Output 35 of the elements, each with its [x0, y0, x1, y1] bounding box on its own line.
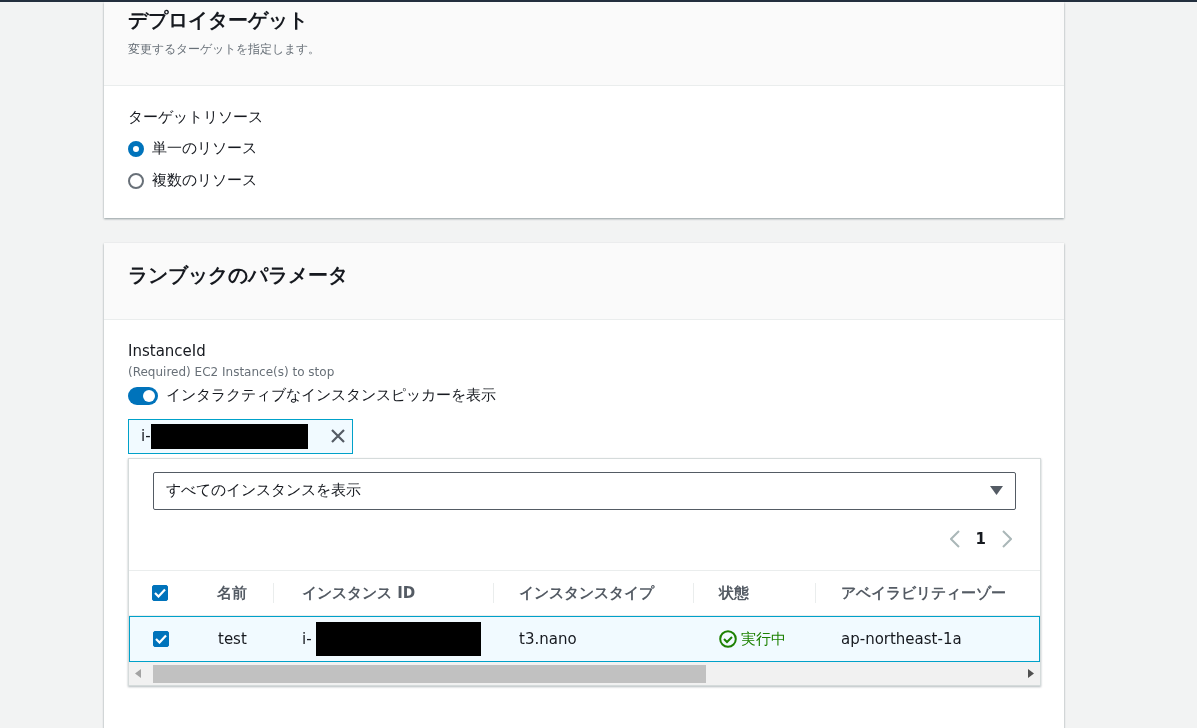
table-cell: ap-northeast-1a: [841, 629, 962, 648]
table-row[interactable]: test i- t3.nano 実行中 ap-northeast-1a: [129, 616, 1040, 662]
field-label: InstanceId: [128, 341, 207, 362]
panel-title: デプロイターゲット: [128, 8, 309, 32]
field-label: ターゲットリソース: [128, 107, 264, 128]
status-ok-icon: [719, 630, 737, 648]
radio-label: 複数のリソース: [152, 170, 257, 192]
column-header[interactable]: 名前: [217, 583, 247, 602]
column-header[interactable]: インスタンス ID: [302, 584, 416, 602]
panel-title: ランブックのパラメータ: [128, 263, 349, 287]
horizontal-scrollbar[interactable]: [129, 662, 1040, 686]
column-header[interactable]: 状態: [719, 584, 749, 602]
column-header[interactable]: インスタンスタイプ: [519, 584, 654, 602]
radio-label: 単一のリソース: [152, 138, 257, 160]
scrollbar-thumb[interactable]: [153, 664, 706, 683]
toggle-switch[interactable]: [128, 386, 158, 405]
table-cell: test: [218, 629, 247, 648]
caret-icon: [990, 486, 1003, 495]
field-description: (Required) EC2 Instance(s) to stop: [128, 363, 336, 381]
filter-dropdown[interactable]: すべてのインスタンスを表示: [153, 471, 1016, 510]
panel-description: 変更するターゲットを指定します。: [128, 41, 321, 58]
status-text: 実行中: [741, 628, 786, 650]
close-icon[interactable]: [330, 428, 346, 444]
table-cell-text: i-: [302, 628, 312, 650]
radio-button[interactable]: [128, 172, 144, 189]
radio-button[interactable]: [128, 140, 144, 157]
token-text: i-: [141, 425, 151, 447]
column-header[interactable]: アベイラビリティーゾー: [841, 584, 1006, 602]
token-field[interactable]: i-: [128, 418, 353, 454]
scroll-right-icon[interactable]: [1028, 669, 1034, 678]
toggle-label: インタラクティブなインスタンスピッカーを表示: [166, 385, 496, 407]
page-number[interactable]: 1: [975, 527, 986, 550]
select-all-checkbox[interactable]: [152, 585, 168, 601]
table-cell: t3.nano: [519, 629, 577, 648]
row-checkbox[interactable]: [153, 631, 169, 647]
